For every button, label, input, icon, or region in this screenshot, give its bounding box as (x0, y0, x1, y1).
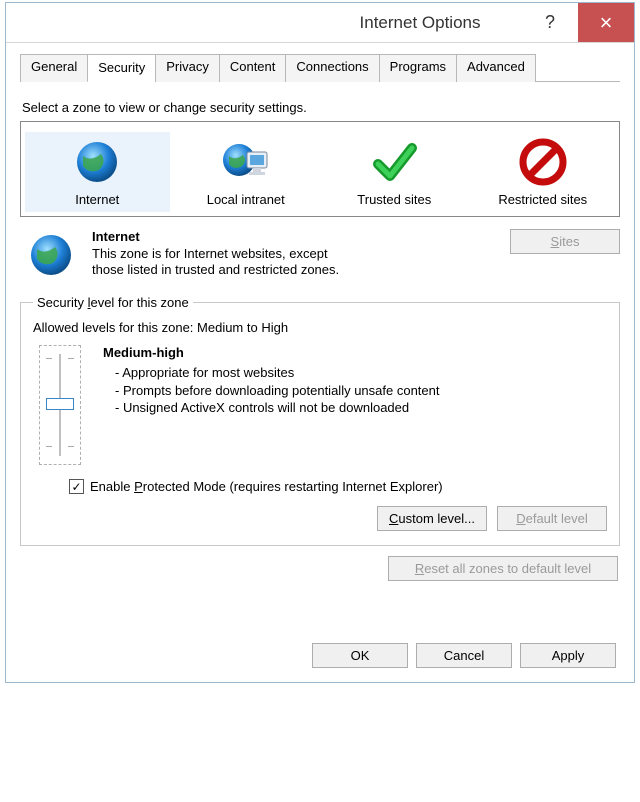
slider-thumb[interactable] (46, 398, 74, 410)
internet-options-dialog: Internet Options ? × General Security Pr… (5, 2, 635, 683)
sites-button[interactable]: Sites (510, 229, 620, 254)
tab-connections[interactable]: Connections (285, 54, 379, 82)
level-bullet: - Unsigned ActiveX controls will not be … (115, 399, 607, 417)
zone-intranet-label: Local intranet (176, 192, 317, 208)
tab-security[interactable]: Security (87, 54, 156, 82)
tab-programs[interactable]: Programs (379, 54, 457, 82)
zone-trusted[interactable]: Trusted sites (322, 132, 467, 212)
zone-internet[interactable]: Internet (25, 132, 170, 212)
intranet-icon (176, 136, 317, 188)
tab-content[interactable]: Content (219, 54, 287, 82)
zone-restricted[interactable]: Restricted sites (471, 132, 616, 212)
cancel-button[interactable]: Cancel (416, 643, 512, 668)
window-title: Internet Options (360, 13, 481, 33)
zone-restricted-label: Restricted sites (473, 192, 614, 208)
protected-mode-label: Enable Protected Mode (requires restarti… (90, 479, 443, 494)
tab-general[interactable]: General (20, 54, 88, 82)
prohibited-icon (473, 136, 614, 188)
ok-button[interactable]: OK (312, 643, 408, 668)
tab-advanced[interactable]: Advanced (456, 54, 536, 82)
security-level-legend: Security level for this zone (33, 295, 193, 310)
zone-list: Internet Local intr (20, 121, 620, 217)
level-bullet: - Prompts before downloading potentially… (115, 382, 607, 400)
checkmark-icon (324, 136, 465, 188)
level-bullet: - Appropriate for most websites (115, 364, 607, 382)
close-button[interactable]: × (578, 3, 634, 42)
zone-desc-title: Internet (92, 229, 480, 244)
apply-button[interactable]: Apply (520, 643, 616, 668)
close-icon: × (600, 10, 613, 36)
titlebar: Internet Options ? × (6, 3, 634, 43)
zone-description: Internet This zone is for Internet websi… (20, 229, 620, 280)
default-level-button[interactable]: Default level (497, 506, 607, 531)
zone-trusted-label: Trusted sites (324, 192, 465, 208)
tab-strip: General Security Privacy Content Connect… (20, 53, 620, 82)
allowed-levels: Allowed levels for this zone: Medium to … (33, 320, 607, 335)
globe-icon (20, 229, 82, 279)
help-button[interactable]: ? (522, 3, 578, 42)
zone-prompt: Select a zone to view or change security… (22, 100, 618, 115)
level-bullets: - Appropriate for most websites - Prompt… (115, 364, 607, 417)
reset-all-button[interactable]: Reset all zones to default level (388, 556, 618, 581)
custom-level-button[interactable]: Custom level... (377, 506, 487, 531)
zone-desc-text: This zone is for Internet websites, exce… (92, 246, 362, 280)
security-slider[interactable] (39, 345, 81, 465)
security-level-group: Security level for this zone Allowed lev… (20, 295, 620, 546)
dialog-button-row: OK Cancel Apply (20, 643, 620, 668)
globe-icon (27, 136, 168, 188)
protected-mode-checkbox[interactable]: ✓ (69, 479, 84, 494)
level-name: Medium-high (103, 345, 607, 360)
zone-intranet[interactable]: Local intranet (174, 132, 319, 212)
tab-privacy[interactable]: Privacy (155, 54, 220, 82)
zone-internet-label: Internet (27, 192, 168, 208)
